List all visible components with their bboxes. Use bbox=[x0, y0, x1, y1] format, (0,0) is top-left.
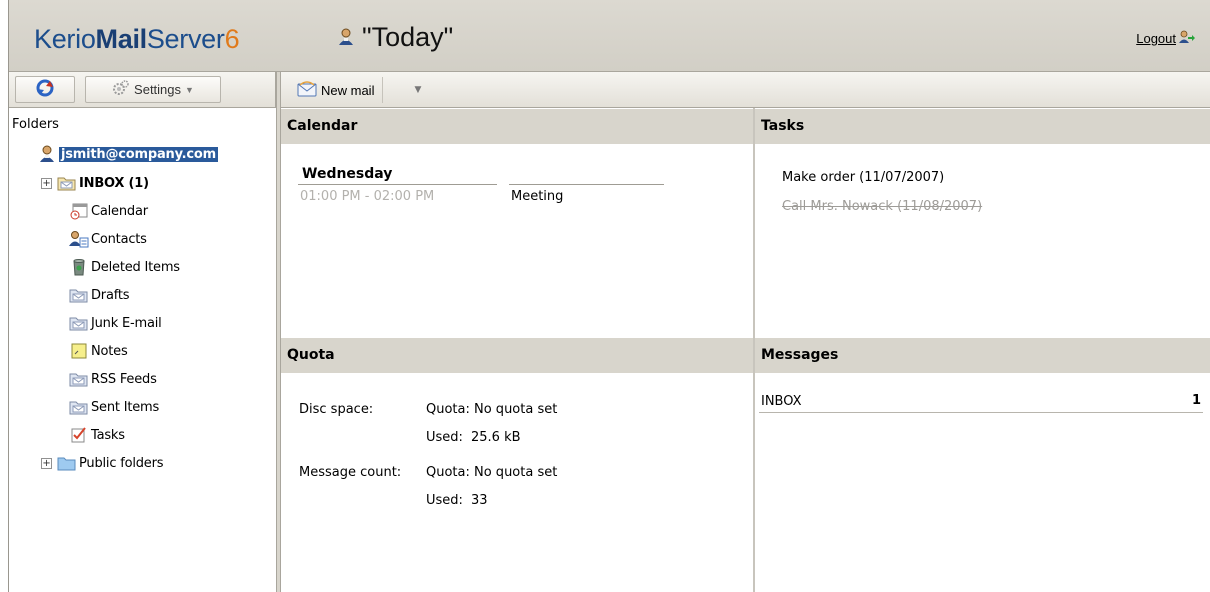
logo-text-version: 6 bbox=[224, 24, 240, 54]
logout-link[interactable]: Logout bbox=[1136, 30, 1195, 47]
message-count-used-label: Used: bbox=[426, 493, 463, 508]
calendar-day: Wednesday bbox=[302, 166, 393, 182]
account-label[interactable]: jsmith@company.com bbox=[59, 146, 218, 162]
folder-toolbar: Settings ▼ bbox=[9, 72, 276, 108]
folder-label-inbox[interactable]: INBOX (1) bbox=[79, 176, 149, 191]
main-toolbar: New mail ▼ bbox=[281, 72, 1210, 108]
logout-label[interactable]: Logout bbox=[1136, 31, 1176, 46]
disc-space-used-label: Used: bbox=[426, 430, 463, 445]
tree-item-sent-items[interactable]: Sent Items bbox=[69, 394, 159, 420]
folder-label-drafts[interactable]: Drafts bbox=[91, 288, 130, 303]
user-icon bbox=[37, 144, 57, 164]
app-window: KerioMailServer6 "Today" Logout Settings… bbox=[8, 0, 1210, 592]
message-folder-row[interactable]: INBOX 1 bbox=[759, 393, 1203, 413]
tree-item-calendar[interactable]: Calendar bbox=[69, 198, 148, 224]
message-count-used-value: 33 bbox=[471, 493, 488, 508]
new-mail-label: New mail bbox=[321, 82, 375, 98]
event-time: 01:00 PM - 02:00 PM bbox=[300, 189, 435, 204]
chevron-down-icon: ▼ bbox=[414, 85, 422, 95]
folder-label-rss-feeds[interactable]: RSS Feeds bbox=[91, 372, 157, 387]
envelope-icon bbox=[297, 80, 317, 100]
settings-label: Settings bbox=[134, 82, 182, 97]
tree-item-contacts[interactable]: Contacts bbox=[69, 226, 147, 252]
calendar-panel-title: Calendar bbox=[281, 109, 753, 144]
tasks-panel-title: Tasks bbox=[755, 109, 1210, 144]
contacts-icon bbox=[69, 229, 89, 249]
task-item[interactable]: Make order (11/07/2007) bbox=[782, 170, 944, 185]
folder-label-calendar[interactable]: Calendar bbox=[91, 204, 148, 219]
folder-label-junk-email[interactable]: Junk E-mail bbox=[91, 316, 162, 331]
tree-item-public-folders[interactable]: + Public folders bbox=[41, 450, 164, 476]
divider bbox=[298, 184, 497, 185]
logo-text-mail: Mail bbox=[95, 24, 148, 54]
folder-label-tasks[interactable]: Tasks bbox=[91, 428, 125, 443]
disc-space-label: Disc space: bbox=[299, 402, 374, 417]
logo-text-server: Server bbox=[146, 24, 225, 54]
divider bbox=[509, 184, 664, 185]
tree-item-account[interactable]: jsmith@company.com bbox=[37, 141, 218, 167]
message-count-label: Message count: bbox=[299, 465, 402, 480]
tree-item-drafts[interactable]: Drafts bbox=[69, 282, 130, 308]
folder-open-icon bbox=[57, 173, 77, 193]
gear-icon bbox=[112, 80, 130, 99]
tree-item-inbox[interactable]: + INBOX (1) bbox=[41, 170, 149, 196]
folder-label-deleted-items[interactable]: Deleted Items bbox=[91, 260, 180, 275]
chevron-down-icon: ▼ bbox=[185, 84, 194, 95]
settings-button[interactable]: Settings ▼ bbox=[85, 76, 221, 103]
messages-panel-title: Messages bbox=[755, 338, 1210, 373]
refresh-button[interactable] bbox=[15, 76, 75, 103]
folder-label-public-folders[interactable]: Public folders bbox=[79, 456, 164, 471]
folder-icon bbox=[57, 453, 77, 473]
tree-item-tasks[interactable]: Tasks bbox=[69, 422, 125, 448]
mail-folder-icon bbox=[69, 313, 89, 333]
tree-item-junk-email[interactable]: Junk E-mail bbox=[69, 310, 162, 336]
pane-splitter[interactable] bbox=[276, 72, 281, 592]
folder-label-sent-items[interactable]: Sent Items bbox=[91, 400, 159, 415]
expand-toggle[interactable]: + bbox=[41, 177, 52, 189]
folder-label-contacts[interactable]: Contacts bbox=[91, 232, 147, 247]
task-item-completed[interactable]: Call Mrs. Nowack (11/08/2007) bbox=[782, 199, 982, 214]
message-count-quota: Quota: No quota set bbox=[426, 465, 558, 480]
tree-item-notes[interactable]: Notes bbox=[69, 338, 128, 364]
refresh-icon bbox=[36, 79, 54, 101]
tree-item-rss-feeds[interactable]: RSS Feeds bbox=[69, 366, 157, 392]
folders-header: Folders bbox=[12, 117, 59, 132]
trash-icon bbox=[69, 257, 89, 277]
logo-text-kerio: Kerio bbox=[34, 24, 96, 54]
disc-space-quota: Quota: No quota set bbox=[426, 402, 558, 417]
message-folder-name[interactable]: INBOX bbox=[761, 394, 802, 409]
tasks-icon bbox=[69, 425, 89, 445]
event-subject[interactable]: Meeting bbox=[511, 189, 563, 204]
mail-folder-icon bbox=[69, 397, 89, 417]
quota-panel-title: Quota bbox=[281, 338, 753, 373]
mail-folder-icon bbox=[69, 285, 89, 305]
page-title: "Today" bbox=[362, 22, 454, 52]
logout-icon[interactable] bbox=[1179, 30, 1195, 47]
folder-label-notes[interactable]: Notes bbox=[91, 344, 128, 359]
mail-folder-icon bbox=[69, 369, 89, 389]
user-icon bbox=[338, 28, 354, 46]
new-mail-button[interactable]: New mail bbox=[289, 77, 384, 103]
expand-toggle[interactable]: + bbox=[41, 457, 52, 469]
app-header: KerioMailServer6 "Today" Logout bbox=[9, 0, 1210, 72]
new-mail-dropdown-button[interactable]: ▼ bbox=[407, 77, 429, 103]
message-folder-count: 1 bbox=[1191, 393, 1201, 408]
calendar-icon bbox=[69, 201, 89, 221]
notes-icon bbox=[69, 341, 89, 361]
kerio-logo: KerioMailServer6 bbox=[34, 24, 240, 55]
disc-space-used-value: 25.6 kB bbox=[471, 430, 521, 445]
tree-item-deleted-items[interactable]: Deleted Items bbox=[69, 254, 180, 280]
